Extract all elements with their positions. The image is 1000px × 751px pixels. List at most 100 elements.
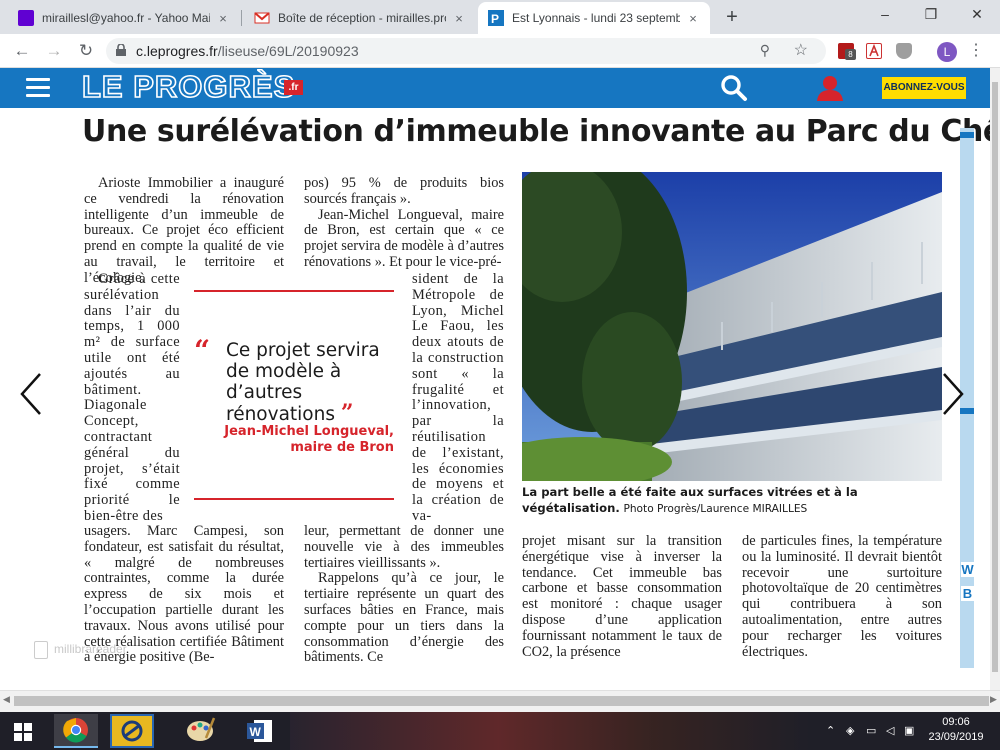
tray-chevron-icon[interactable]: ⌃: [826, 724, 835, 737]
quote-author-name: Jean-Michel Longueval,: [224, 424, 394, 439]
tab-label: Boîte de réception - mirailles.pro: [278, 11, 446, 25]
windows-start-icon[interactable]: [14, 723, 32, 741]
pull-quote: “ Ce projet servira de modèle à d’autres…: [194, 290, 394, 500]
site-logo[interactable]: LE PROGRÈS: [81, 68, 295, 105]
tab-est-lyonnais[interactable]: P Est Lyonnais - lundi 23 septembre ×: [478, 2, 710, 34]
article-column-2-narrow: sident de la Métropole de Lyon, Michel L…: [412, 271, 504, 525]
watermark-text: millibrareader: [54, 642, 127, 657]
windows-taskbar: W ⌃ ◈ ▭ ◁ ▣ 09:06 23/09/2019: [0, 712, 1000, 750]
reload-button[interactable]: ↻: [74, 39, 98, 63]
page-edge-letter: W: [961, 562, 974, 577]
paragraph-bio: pos) 95 % de produits bios sourcés franç…: [304, 175, 504, 207]
search-icon[interactable]: [720, 74, 748, 102]
extension-shield-icon[interactable]: [896, 43, 912, 59]
lock-icon: [116, 44, 126, 56]
tray-network-icon[interactable]: ▭: [866, 724, 876, 737]
gmail-icon: [254, 10, 270, 26]
horizontal-scrollbar[interactable]: ◀ ▶: [0, 690, 1000, 712]
paragraph-transition: projet misant sur la transition énergéti…: [522, 533, 722, 660]
page-edge-letter: B: [961, 586, 974, 601]
next-page-arrow-icon[interactable]: [940, 372, 966, 416]
article-column-1-narrow: Grâce à cette surélévation dans l’air du…: [84, 271, 180, 525]
url-text[interactable]: c.leprogres.fr/liseuse/69L/20190923: [136, 43, 359, 59]
reader-logo-icon: [34, 641, 48, 659]
close-window-button[interactable]: ✕: [954, 0, 1000, 30]
paragraph-tertiaire: Rappelons qu’à ce jour, le tertiaire rep…: [304, 570, 504, 666]
close-icon[interactable]: ×: [686, 11, 700, 26]
browser-tab-strip: miraillesl@yahoo.fr - Yahoo Mail × Boîte…: [0, 0, 1000, 34]
vertical-scrollbar[interactable]: [990, 68, 1000, 690]
previous-page-arrow-icon[interactable]: [18, 372, 44, 416]
yahoo-mail-icon: [18, 10, 34, 26]
article-column-2-top: pos) 95 % de produits bios sourcés franç…: [304, 175, 504, 271]
quote-author: Jean-Michel Longueval, maire de Bron: [214, 424, 394, 456]
minimize-button[interactable]: –: [862, 0, 908, 30]
clock-time: 09:06: [942, 716, 970, 728]
quote-author-title: maire de Bron: [290, 440, 394, 455]
tab-gmail[interactable]: Boîte de réception - mirailles.pro ×: [244, 2, 476, 34]
site-header: LE PROGRÈS .fr ABONNEZ-VOUS: [0, 68, 990, 108]
le-progres-favicon-icon: P: [488, 10, 504, 26]
address-bar[interactable]: c.leprogres.fr/liseuse/69L/20190923 ⚲ ☆: [106, 38, 826, 64]
tray-notifications-icon[interactable]: ▣: [904, 724, 914, 737]
url-host: c.leprogres.fr: [136, 43, 218, 59]
quote-rule-top: [194, 290, 394, 292]
tab-separator: [241, 10, 242, 26]
tray-volume-icon[interactable]: ◁: [886, 724, 894, 737]
url-path: /liseuse/69L/20190923: [217, 43, 359, 59]
scrollbar-thumb[interactable]: [992, 82, 998, 672]
taskbar-paint-icon[interactable]: [178, 714, 222, 748]
quote-rule-bottom: [194, 498, 394, 500]
back-button[interactable]: ←: [10, 39, 34, 63]
article-column-2-tail: leur, permettant de donner une nouvelle …: [304, 523, 504, 666]
forward-button[interactable]: →: [42, 39, 66, 63]
quote-text: Ce projet servira de modèle à d’autres r…: [226, 340, 394, 425]
tab-yahoo-mail[interactable]: miraillesl@yahoo.fr - Yahoo Mail ×: [8, 2, 240, 34]
maximize-button[interactable]: ❐: [908, 0, 954, 30]
close-icon[interactable]: ×: [452, 11, 466, 26]
browser-toolbar: ← → ↻ c.leprogres.fr/liseuse/69L/2019092…: [0, 34, 1000, 68]
subscribe-button[interactable]: ABONNEZ-VOUS: [882, 77, 966, 99]
scroll-right-icon[interactable]: ▶: [990, 694, 997, 705]
article-column-1-intro: Arioste Immobilier a inauguré ce vendred…: [84, 175, 284, 287]
reader-watermark: millibrareader: [34, 641, 127, 659]
paragraph-particules: de particules fines, la température ou l…: [742, 533, 942, 660]
taskbar-chrome-icon[interactable]: [54, 714, 98, 748]
site-logo-suffix: .fr: [284, 80, 303, 95]
extension-ublock-icon[interactable]: 8: [838, 43, 856, 60]
taskbar-app-icon[interactable]: [110, 714, 154, 748]
tab-label: Est Lyonnais - lundi 23 septembre: [512, 11, 680, 25]
clock-date: 23/09/2019: [928, 731, 984, 743]
close-icon[interactable]: ×: [216, 11, 230, 26]
quote-open-mark: “: [194, 334, 211, 367]
newspaper-reader: Une surélévation d’immeuble innovante au…: [0, 108, 990, 690]
photo-caption: La part belle a été faite aux surfaces v…: [522, 484, 942, 517]
extension-badge: 8: [845, 49, 856, 60]
paragraph-surelevation: Grâce à cette surélévation dans l’air du…: [84, 271, 180, 524]
tray-dropbox-icon[interactable]: ◈: [846, 724, 854, 737]
quote-body: Ce projet servira de modèle à d’autres r…: [226, 340, 380, 425]
quote-close-mark: ”: [340, 400, 354, 426]
taskbar-clock[interactable]: 09:06 23/09/2019: [928, 715, 984, 745]
zoom-icon[interactable]: ⚲: [760, 42, 770, 59]
bookmark-star-icon[interactable]: ☆: [794, 40, 808, 60]
paragraph-valeur: leur, permettant de donner une nouvelle …: [304, 523, 504, 571]
taskbar-word-icon[interactable]: W: [238, 714, 282, 748]
article-photo[interactable]: [522, 172, 942, 481]
article-column-3: projet misant sur la transition énergéti…: [522, 533, 722, 660]
article-column-4: de particules fines, la température ou l…: [742, 533, 942, 660]
tab-label: miraillesl@yahoo.fr - Yahoo Mail: [42, 11, 210, 25]
taskbar-background: [290, 712, 810, 750]
user-account-icon[interactable]: [815, 74, 845, 102]
extension-pdf-icon[interactable]: [866, 43, 882, 59]
hamburger-menu-icon[interactable]: [26, 78, 50, 98]
profile-avatar[interactable]: L: [937, 42, 957, 62]
paragraph-intro: Arioste Immobilier a inauguré ce vendred…: [84, 175, 284, 286]
svg-text:W: W: [250, 725, 262, 739]
scrollbar-thumb[interactable]: [14, 696, 989, 706]
scroll-left-icon[interactable]: ◀: [3, 694, 10, 705]
new-tab-button[interactable]: +: [720, 6, 744, 30]
browser-menu-icon[interactable]: ⋮: [968, 40, 984, 60]
page-edge-bar: [960, 132, 974, 138]
paragraph-longueval: Jean-Michel Longueval, maire de Bron, es…: [304, 206, 504, 270]
